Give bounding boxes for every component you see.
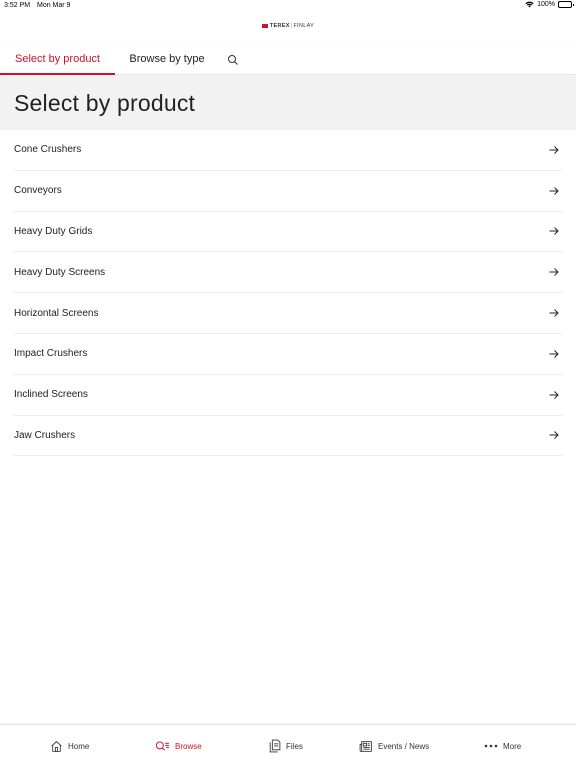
product-list: Cone Crushers Conveyors Heavy Duty Grids… [14,130,562,457]
arrow-right-icon [549,268,559,277]
arrow-right-icon [549,350,559,358]
brand-logo: TEREX|FINLAY [0,23,576,29]
more-dots-icon [484,744,498,748]
list-item-impact-crushers[interactable]: Impact Crushers [14,334,562,375]
list-item-heavy-duty-screens[interactable]: Heavy Duty Screens [14,252,562,294]
newspaper-icon [359,740,372,752]
terex-logo-icon [261,23,268,28]
list-item-heavy-duty-grids[interactable]: Heavy Duty Grids [14,212,562,253]
tab-browse-by-type[interactable]: Browse by type [115,44,219,75]
list-item-inclined-screens[interactable]: Inclined Screens [14,375,562,416]
brand-name-finlay: FINLAY [293,23,315,29]
tab-select-by-product[interactable]: Select by product [0,44,115,75]
list-item-label: Horizontal Screens [14,307,99,319]
list-item-horizontal-screens[interactable]: Horizontal Screens [14,293,562,334]
list-item-label: Impact Crushers [14,348,88,360]
nav-events-news[interactable]: Events / News [359,738,429,754]
brand-name-terex: TEREX [269,23,290,29]
arrow-right-icon [549,186,559,195]
status-time: 3:52 PM [4,2,31,9]
battery-percent: 100% [537,1,555,8]
nav-more-label: More [503,741,522,751]
wifi-icon [525,1,534,8]
list-item-label: Conveyors [14,185,62,197]
nav-files[interactable]: Files [268,738,303,754]
nav-home[interactable]: Home [50,738,89,754]
status-right: 100% [525,1,574,8]
arrow-right-icon [549,227,559,236]
nav-events-label: Events / News [378,741,430,751]
status-date: Mon Mar 9 [37,2,71,9]
browse-search-list-icon [155,740,169,751]
search-button[interactable] [222,44,244,75]
list-item-conveyors[interactable]: Conveyors [14,171,562,212]
list-item-label: Inclined Screens [14,389,88,401]
home-icon [51,740,62,752]
page-title: Select by product [14,90,196,116]
files-icon [269,739,281,753]
nav-more[interactable]: More [484,738,521,754]
list-item-label: Cone Crushers [14,144,82,156]
nav-browse[interactable]: Browse [155,738,202,754]
bottom-nav-bar: Home Browse Files Events / News More [0,724,576,768]
page-header: Select by product [0,76,576,130]
arrow-right-icon [549,146,559,154]
list-item-label: Heavy Duty Grids [14,225,93,237]
search-icon [228,54,238,65]
nav-files-label: Files [286,741,303,751]
list-item-label: Heavy Duty Screens [14,266,106,278]
status-bar: 3:52 PM Mon Mar 9 100% [0,0,576,12]
list-item-label: Jaw Crushers [14,429,76,441]
top-tabs: Select by product Browse by type [0,44,576,75]
list-item-cone-crushers[interactable]: Cone Crushers [14,130,562,171]
nav-home-label: Home [68,741,90,751]
battery-icon [558,1,574,8]
nav-browse-label: Browse [175,741,202,751]
list-item-jaw-crushers[interactable]: Jaw Crushers [14,416,562,457]
arrow-right-icon [549,431,559,440]
arrow-right-icon [549,309,559,317]
arrow-right-icon [549,390,559,399]
